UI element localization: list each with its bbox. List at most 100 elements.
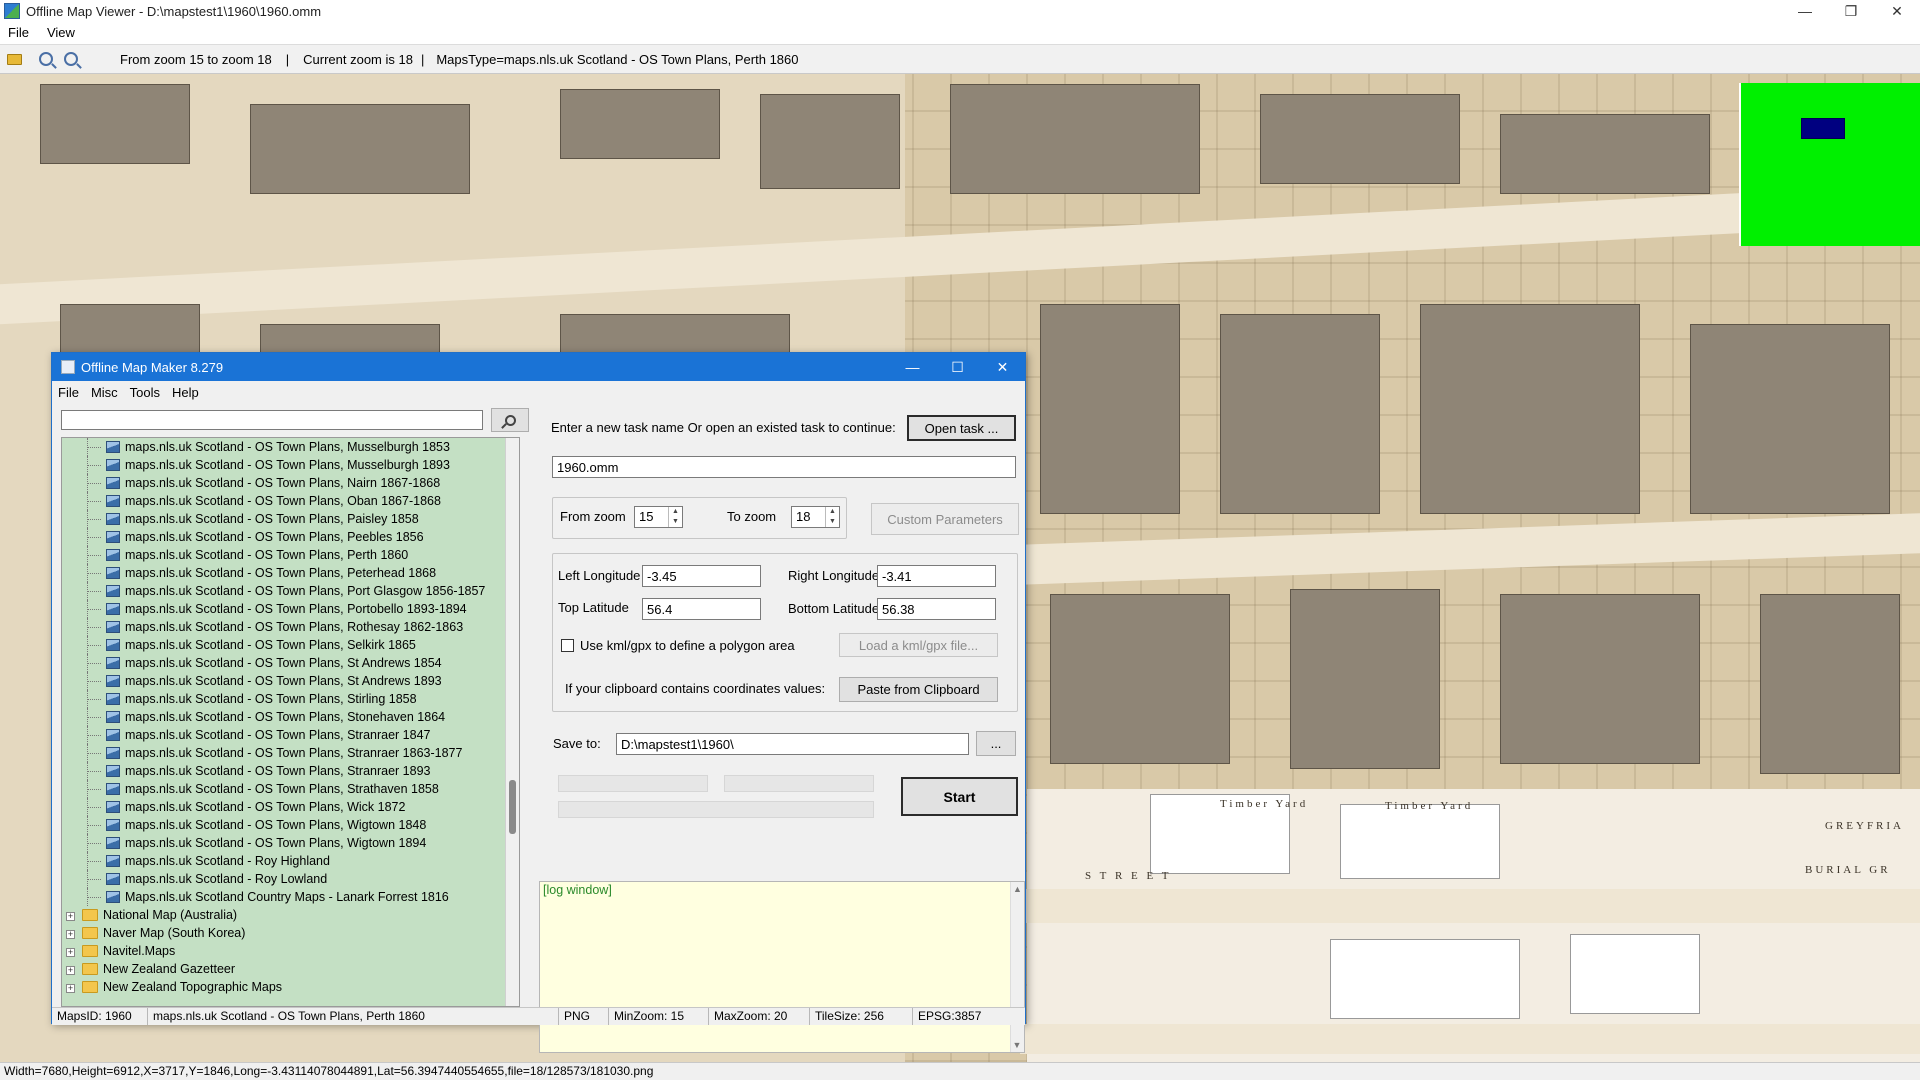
expand-plus-icon[interactable]: +	[66, 912, 75, 921]
zoom-in-button[interactable]	[60, 48, 82, 70]
log-window[interactable]: [log window] ▲ ▼	[539, 881, 1025, 1053]
map-label: Timber Yard	[1385, 800, 1474, 812]
status-max-zoom: MaxZoom: 20	[709, 1008, 810, 1025]
bottom-latitude-input[interactable]	[877, 598, 996, 620]
tree-map-item[interactable]: maps.nls.uk Scotland - OS Town Plans, St…	[62, 762, 519, 780]
from-zoom-value[interactable]: 15	[635, 507, 668, 527]
spin-up-icon[interactable]: ▲	[669, 507, 682, 517]
search-button[interactable]	[491, 408, 529, 432]
spin-down-icon[interactable]: ▼	[669, 517, 682, 527]
log-scrollbar[interactable]: ▲ ▼	[1010, 882, 1024, 1052]
close-icon[interactable]: ✕	[1874, 0, 1920, 22]
tree-scrollbar[interactable]	[505, 438, 519, 1006]
viewer-toolbar: From zoom 15 to zoom 18 | Current zoom i…	[0, 44, 1920, 74]
tree-map-item[interactable]: maps.nls.uk Scotland - Roy Lowland	[62, 870, 519, 888]
minimize-icon[interactable]: —	[1782, 0, 1828, 22]
menu-help[interactable]: Help	[172, 385, 199, 400]
tree-map-item[interactable]: maps.nls.uk Scotland - OS Town Plans, St…	[62, 780, 519, 798]
map-building	[1220, 314, 1380, 514]
tree-map-item[interactable]: maps.nls.uk Scotland - OS Town Plans, Pa…	[62, 510, 519, 528]
to-zoom-stepper[interactable]: 18 ▲ ▼	[791, 506, 840, 528]
scroll-down-icon[interactable]: ▼	[1011, 1038, 1023, 1052]
right-longitude-input[interactable]	[877, 565, 996, 587]
tree-map-item[interactable]: maps.nls.uk Scotland - OS Town Plans, St…	[62, 726, 519, 744]
kml-polygon-checkbox[interactable]	[561, 639, 574, 652]
tree-map-item-label: maps.nls.uk Scotland - OS Town Plans, Po…	[125, 602, 467, 616]
tree-map-item[interactable]: maps.nls.uk Scotland - OS Town Plans, Pe…	[62, 564, 519, 582]
tree-map-item[interactable]: maps.nls.uk Scotland - OS Town Plans, Pe…	[62, 528, 519, 546]
open-folder-button[interactable]	[3, 48, 25, 70]
task-name-input[interactable]	[552, 456, 1016, 478]
map-layer-icon	[106, 855, 120, 867]
tree-map-item[interactable]: maps.nls.uk Scotland - OS Town Plans, Se…	[62, 636, 519, 654]
tree-map-item[interactable]: maps.nls.uk Scotland - OS Town Plans, Po…	[62, 582, 519, 600]
menu-view[interactable]: View	[47, 25, 75, 40]
expand-plus-icon[interactable]: +	[66, 930, 75, 939]
left-longitude-input[interactable]	[642, 565, 761, 587]
tree-map-item[interactable]: maps.nls.uk Scotland - OS Town Plans, St…	[62, 744, 519, 762]
menu-tools[interactable]: Tools	[130, 385, 160, 400]
zoom-out-button[interactable]	[35, 48, 57, 70]
overview-minimap[interactable]	[1739, 83, 1920, 246]
custom-parameters-button[interactable]: Custom Parameters	[871, 503, 1019, 535]
save-to-input[interactable]	[616, 733, 969, 755]
tree-map-item[interactable]: maps.nls.uk Scotland - OS Town Plans, St…	[62, 672, 519, 690]
tree-map-item-label: maps.nls.uk Scotland - OS Town Plans, St…	[125, 692, 417, 706]
tree-map-item[interactable]: maps.nls.uk Scotland - OS Town Plans, Wi…	[62, 798, 519, 816]
tree-map-item[interactable]: Maps.nls.uk Scotland Country Maps - Lana…	[62, 888, 519, 906]
search-input[interactable]	[61, 410, 483, 430]
tree-folder-item[interactable]: + Naver Map (South Korea)	[62, 924, 519, 942]
tree-map-item-label: maps.nls.uk Scotland - OS Town Plans, Pe…	[125, 548, 409, 562]
expand-plus-icon[interactable]: +	[66, 984, 75, 993]
tree-map-item[interactable]: maps.nls.uk Scotland - Roy Highland	[62, 852, 519, 870]
viewer-window-controls: — ❐ ✕	[1782, 0, 1920, 22]
status-maps-id: MapsID: 1960	[52, 1008, 148, 1025]
map-layer-icon	[106, 495, 120, 507]
restore-icon[interactable]: ❐	[1828, 0, 1874, 22]
tree-map-item[interactable]: maps.nls.uk Scotland - OS Town Plans, Wi…	[62, 816, 519, 834]
tree-map-item[interactable]: maps.nls.uk Scotland - OS Town Plans, Po…	[62, 600, 519, 618]
tree-folder-item[interactable]: + Navitel.Maps	[62, 942, 519, 960]
start-button[interactable]: Start	[901, 777, 1018, 816]
tree-map-item[interactable]: maps.nls.uk Scotland - OS Town Plans, Na…	[62, 474, 519, 492]
tree-map-item[interactable]: maps.nls.uk Scotland - OS Town Plans, Mu…	[62, 438, 519, 456]
expand-plus-icon[interactable]: +	[66, 948, 75, 957]
search-row	[61, 408, 531, 432]
tree-map-item[interactable]: maps.nls.uk Scotland - OS Town Plans, Ob…	[62, 492, 519, 510]
maps-tree[interactable]: maps.nls.uk Scotland - OS Town Plans, Mu…	[61, 437, 520, 1007]
viewer-menubar: File View	[0, 22, 1920, 42]
top-latitude-input[interactable]	[642, 598, 761, 620]
from-zoom-stepper[interactable]: 15 ▲ ▼	[634, 506, 683, 528]
map-maker-title: Offline Map Maker 8.279	[81, 359, 224, 375]
maximize-icon[interactable]: ☐	[935, 353, 980, 381]
tree-folder-item[interactable]: + National Map (Australia)	[62, 906, 519, 924]
menu-file[interactable]: File	[58, 385, 79, 400]
area-group: Left Longitude Right Longitude Top Latit…	[552, 553, 1018, 712]
map-maker-menubar: File Misc Tools Help	[52, 381, 1025, 403]
paste-clipboard-button[interactable]: Paste from Clipboard	[839, 677, 998, 702]
minimize-icon[interactable]: —	[890, 353, 935, 381]
tree-map-item[interactable]: maps.nls.uk Scotland - OS Town Plans, St…	[62, 708, 519, 726]
tree-folder-item[interactable]: + New Zealand Topographic Maps	[62, 978, 519, 996]
maps-type-text: MapsType=maps.nls.uk Scotland - OS Town …	[436, 51, 799, 67]
tree-map-item[interactable]: maps.nls.uk Scotland - OS Town Plans, Pe…	[62, 546, 519, 564]
tree-map-item[interactable]: maps.nls.uk Scotland - OS Town Plans, Mu…	[62, 456, 519, 474]
menu-misc[interactable]: Misc	[91, 385, 118, 400]
close-icon[interactable]: ✕	[980, 353, 1025, 381]
tree-map-item[interactable]: maps.nls.uk Scotland - OS Town Plans, St…	[62, 654, 519, 672]
spin-down-icon[interactable]: ▼	[826, 517, 839, 527]
tree-map-item[interactable]: maps.nls.uk Scotland - OS Town Plans, St…	[62, 690, 519, 708]
tree-map-item[interactable]: maps.nls.uk Scotland - OS Town Plans, Wi…	[62, 834, 519, 852]
tree-scrollbar-thumb[interactable]	[509, 780, 516, 834]
overview-viewport-rect[interactable]	[1801, 118, 1845, 139]
to-zoom-value[interactable]: 18	[792, 507, 825, 527]
tree-map-item[interactable]: maps.nls.uk Scotland - OS Town Plans, Ro…	[62, 618, 519, 636]
expand-plus-icon[interactable]: +	[66, 966, 75, 975]
tree-folder-item[interactable]: + New Zealand Gazetteer	[62, 960, 519, 978]
browse-button[interactable]: ...	[976, 731, 1016, 756]
open-task-button[interactable]: Open task ...	[907, 415, 1016, 441]
menu-file[interactable]: File	[8, 25, 29, 40]
scroll-up-icon[interactable]: ▲	[1011, 882, 1024, 896]
load-kml-button[interactable]: Load a kml/gpx file...	[839, 633, 998, 657]
spin-up-icon[interactable]: ▲	[826, 507, 839, 517]
